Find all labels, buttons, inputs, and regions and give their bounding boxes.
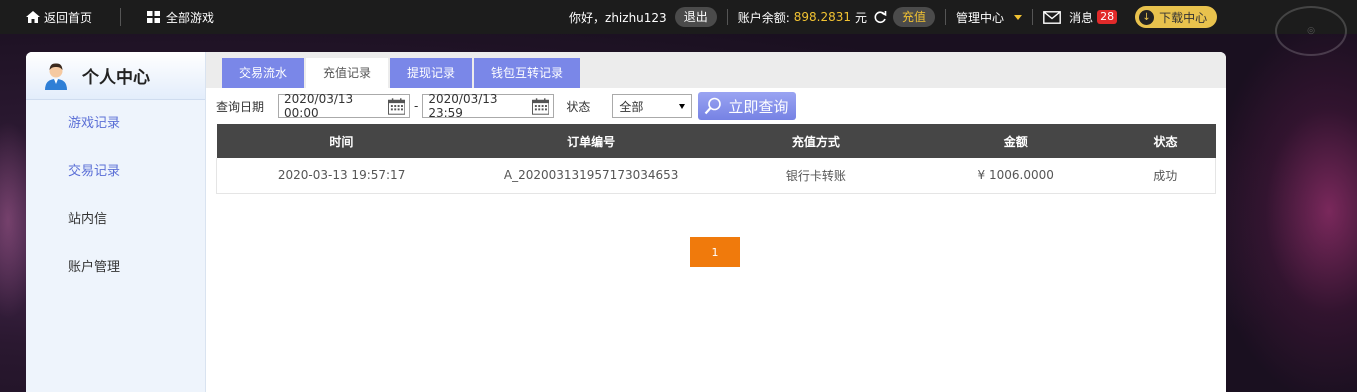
sidebar-header: 个人中心 <box>26 52 205 100</box>
sidebar-item-inbox[interactable]: 站内信 <box>26 196 205 244</box>
cell-amount: ¥ 1006.0000 <box>915 158 1116 194</box>
query-bar: 查询日期 2020/03/13 00:00 - 2020/03/13 23:59… <box>206 88 1226 124</box>
tab-recharge-records[interactable]: 充值记录 <box>306 58 389 88</box>
calendar-icon[interactable] <box>532 97 550 115</box>
all-games-label: 全部游戏 <box>166 10 215 25</box>
tab-transaction-flow[interactable]: 交易流水 <box>222 58 305 88</box>
cell-method: 银行卡转账 <box>716 158 916 194</box>
cell-status: 成功 <box>1115 158 1216 194</box>
search-button[interactable]: 立即查询 <box>698 92 797 120</box>
refresh-icon[interactable] <box>873 10 887 24</box>
chevron-down-icon <box>1014 14 1023 20</box>
search-button-label: 立即查询 <box>728 97 789 116</box>
tab-wallet-transfer-records[interactable]: 钱包互转记录 <box>474 58 581 88</box>
start-date-value: 2020/03/13 00:00 <box>284 92 354 120</box>
balance-label: 账户余额: <box>737 10 790 25</box>
all-games-link[interactable]: 全部游戏 <box>147 0 214 34</box>
status-label: 状态 <box>566 99 591 114</box>
pagination: 1 <box>690 237 740 267</box>
column-header-order-number: 订单编号 <box>466 124 717 158</box>
column-header-status: 状态 <box>1115 124 1216 158</box>
sidebar-item-account-management[interactable]: 账户管理 <box>26 244 205 292</box>
end-date-value: 2020/03/13 23:59 <box>428 92 498 120</box>
sidebar-title: 个人中心 <box>82 68 150 88</box>
cell-time: 2020-03-13 19:57:17 <box>216 158 467 194</box>
status-select[interactable]: 全部 <box>612 94 693 118</box>
home-icon <box>26 11 40 23</box>
watermark-logo: ◎ <box>1275 6 1347 56</box>
download-icon: ↓ <box>1139 9 1155 25</box>
calendar-icon[interactable] <box>387 97 406 115</box>
sidebar: 个人中心 游戏记录 交易记录 站内信 账户管理 <box>26 52 206 392</box>
download-center-button[interactable]: ↓ 下载中心 <box>1135 6 1218 28</box>
balance-section: 账户余额: 898.2831 元 <box>738 0 887 34</box>
sidebar-item-transaction-records[interactable]: 交易记录 <box>26 148 205 196</box>
divider <box>1032 9 1034 25</box>
cell-order-number: A_202003131957173034653 <box>466 158 717 194</box>
download-center-label: 下载中心 <box>1159 10 1208 25</box>
currency-label: 元 <box>855 10 868 25</box>
column-header-amount: 金额 <box>915 124 1116 158</box>
end-date-input[interactable]: 2020/03/13 23:59 <box>422 92 555 120</box>
column-header-method: 充值方式 <box>716 124 916 158</box>
dropdown-arrow-icon <box>679 103 686 109</box>
divider <box>120 8 122 26</box>
balance-value: 898.2831 <box>793 10 852 24</box>
grid-icon <box>147 11 161 23</box>
query-date-label: 查询日期 <box>216 99 265 114</box>
management-center-menu[interactable]: 管理中心 <box>956 0 1023 34</box>
table-header-row: 时间 订单编号 充值方式 金额 状态 <box>216 124 1216 158</box>
tab-withdrawal-records[interactable]: 提现记录 <box>390 58 473 88</box>
divider <box>945 9 947 25</box>
start-date-input[interactable]: 2020/03/13 00:00 <box>278 92 411 120</box>
column-header-time: 时间 <box>216 124 467 158</box>
status-select-value: 全部 <box>619 99 644 114</box>
management-center-label: 管理中心 <box>956 10 1005 25</box>
logout-button[interactable]: 退出 <box>674 7 717 27</box>
page-button-current[interactable]: 1 <box>690 237 740 267</box>
table-row: 2020-03-13 19:57:17 A_202003131957173034… <box>216 158 1216 194</box>
divider <box>726 9 728 25</box>
main-content: 交易流水 充值记录 提现记录 钱包互转记录 查询日期 2020/03/13 00… <box>206 52 1226 392</box>
personal-center-panel: 个人中心 游戏记录 交易记录 站内信 账户管理 交易流水 充值记录 提现记录 钱… <box>26 52 1226 392</box>
record-tabs: 交易流水 充值记录 提现记录 钱包互转记录 <box>206 52 1226 88</box>
magnifier-icon <box>705 97 722 115</box>
user-avatar-icon <box>45 62 67 90</box>
home-link[interactable]: 返回首页 <box>0 0 92 34</box>
recharge-records-table: 时间 订单编号 充值方式 金额 状态 2020-03-13 19:57:17 A… <box>216 124 1216 194</box>
envelope-icon <box>1043 10 1061 24</box>
messages-label: 消息 <box>1069 10 1094 25</box>
messages-count-badge: 28 <box>1097 10 1118 24</box>
date-range-dash: - <box>414 99 419 113</box>
sidebar-item-game-records[interactable]: 游戏记录 <box>26 100 205 148</box>
recharge-button[interactable]: 充值 <box>893 7 936 27</box>
messages-link[interactable]: 消息 28 <box>1043 0 1118 34</box>
user-greeting: 你好，zhizhu123 <box>569 10 667 25</box>
top-navigation-bar: 返回首页 全部游戏 你好，zhizhu123 退出 账户余额: 898.2831… <box>0 0 1357 34</box>
home-link-label: 返回首页 <box>44 10 93 25</box>
